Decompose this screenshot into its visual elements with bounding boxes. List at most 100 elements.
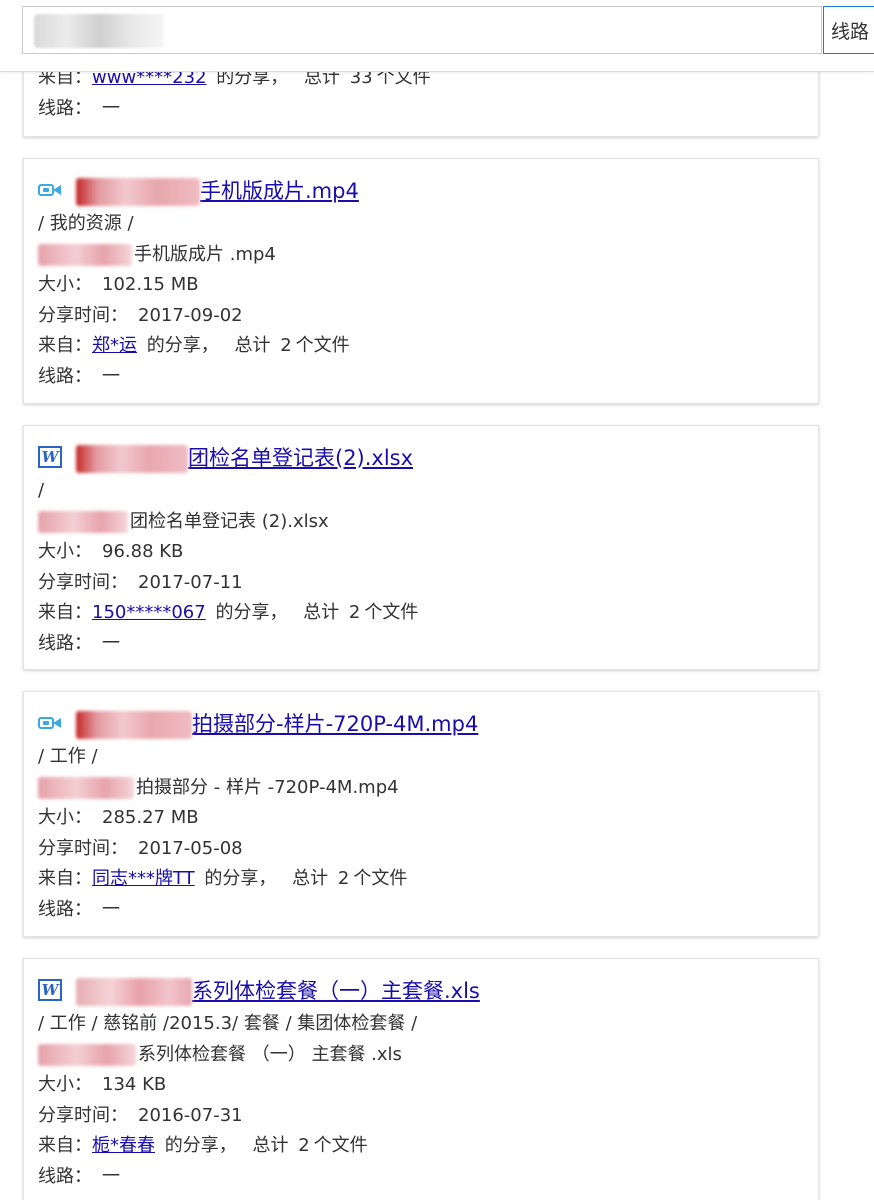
share-time-value: 2017-09-02: [138, 304, 243, 326]
sharer-link[interactable]: 同志***牌TT: [92, 868, 195, 889]
share-time-value: 2016-07-31: [138, 1104, 243, 1126]
share-suffix: 的分享，: [215, 602, 288, 623]
filename: 系列体检套餐 （一） 主套餐 .xls: [138, 1043, 402, 1065]
from-row: 来自：郑*运 的分享， 总计 2 个文件: [38, 331, 818, 362]
share-time-value: 2017-07-11: [138, 571, 243, 593]
files-suffix: 个文件: [364, 602, 419, 623]
route-row: 线路： 一: [38, 94, 818, 125]
redacted-title: [76, 710, 192, 739]
title-row: 拍摄部分-样片-720P-4M.mp4: [38, 708, 818, 739]
filename-row: 系列体检套餐 （一） 主套餐 .xls: [38, 1040, 818, 1071]
sharer-link[interactable]: 栀*春春: [92, 1135, 155, 1156]
word-document-icon: W: [38, 446, 62, 468]
size-label: 大小：: [38, 274, 92, 295]
size-label: 大小：: [38, 541, 92, 562]
route-row: 线路： 一: [38, 629, 818, 660]
redacted-title: [76, 977, 192, 1006]
from-row: 来自：同志***牌TT 的分享， 总计 2 个文件: [38, 864, 818, 895]
file-title-link[interactable]: 系列体检套餐（一）主套餐.xls: [76, 975, 480, 1006]
route-value: 一: [102, 97, 120, 119]
size-value: 102.15 MB: [102, 274, 199, 295]
from-label: 来自：: [38, 1135, 92, 1156]
filename: 拍摄部分 - 样片 -720P-4M.mp4: [136, 776, 399, 798]
share-suffix: 的分享，: [164, 1135, 237, 1156]
size-value: 96.88 KB: [102, 541, 184, 562]
size-label: 大小：: [38, 1074, 92, 1095]
share-time-row: 分享时间： 2017-07-11: [38, 568, 818, 599]
route-label: 线路：: [38, 1165, 92, 1187]
filename-row: 拍摄部分 - 样片 -720P-4M.mp4: [38, 773, 818, 804]
size-value: 285.27 MB: [102, 807, 199, 828]
video-icon: [38, 713, 62, 733]
size-label: 大小：: [38, 807, 92, 828]
filename-row: 团检名单登记表 (2).xlsx: [38, 507, 818, 538]
filename: 手机版成片 .mp4: [134, 243, 276, 265]
redacted-title: [76, 444, 188, 473]
size-row: 大小： 96.88 KB: [38, 537, 818, 568]
file-title-link[interactable]: 手机版成片.mp4: [76, 175, 359, 206]
redacted-filename: [38, 776, 134, 799]
from-label: 来自：: [38, 868, 92, 889]
result-card: W 系列体检套餐（一）主套餐.xls / 工作 / 慈铭前 /2015.3/ 套…: [23, 958, 819, 1200]
route-row: 线路： 一: [38, 362, 818, 393]
total-count: 2: [280, 335, 292, 356]
share-time-label: 分享时间：: [38, 304, 128, 326]
from-row: 来自：栀*春春 的分享， 总计 2 个文件: [38, 1131, 818, 1162]
size-row: 大小： 134 KB: [38, 1070, 818, 1101]
route-value: 一: [102, 632, 120, 654]
result-card: 拍摄部分-样片-720P-4M.mp4 / 工作 / 拍摄部分 - 样片 -72…: [23, 691, 819, 937]
route-value: 一: [102, 365, 120, 387]
redacted-filename: [38, 510, 128, 533]
total-count: 2: [348, 602, 361, 623]
route-select[interactable]: 线路: [823, 6, 874, 54]
redacted-filename: [38, 1043, 136, 1066]
share-suffix: 的分享，: [146, 335, 219, 356]
title-row: 手机版成片.mp4: [38, 175, 818, 206]
share-time-label: 分享时间：: [38, 837, 128, 859]
video-icon: [38, 180, 62, 200]
files-suffix: 个文件: [295, 335, 350, 356]
filename: 团检名单登记表 (2).xlsx: [130, 510, 329, 532]
share-time-row: 分享时间： 2017-05-08: [38, 834, 818, 865]
word-document-icon: W: [38, 979, 62, 1001]
from-row: 来自：150*****067 的分享， 总计 2 个文件: [38, 598, 818, 629]
route-value: 一: [102, 898, 120, 920]
route-label: 线路：: [38, 898, 92, 920]
sharer-link[interactable]: 150*****067: [92, 602, 206, 623]
search-bar: 线路: [0, 0, 874, 72]
file-title: 系列体检套餐（一）主套餐.xls: [192, 978, 480, 1003]
share-time-row: 分享时间： 2017-09-02: [38, 301, 818, 332]
files-suffix: 个文件: [353, 868, 408, 889]
folder-path: / 工作 /: [38, 746, 98, 767]
total-prefix: 总计: [303, 602, 340, 623]
total-prefix: 总计: [292, 868, 329, 889]
file-title: 拍摄部分-样片-720P-4M.mp4: [192, 711, 479, 736]
route-label: 线路：: [38, 97, 92, 119]
route-label: 线路：: [38, 632, 92, 654]
share-time-value: 2017-05-08: [138, 837, 243, 859]
result-card: 手机版成片.mp4 / 我的资源 / 手机版成片 .mp4 大小： 102.15 …: [23, 158, 819, 404]
total-prefix: 总计: [252, 1135, 289, 1156]
filename-row: 手机版成片 .mp4: [38, 240, 818, 271]
folder-path: / 工作 / 慈铭前 /2015.3/ 套餐 / 集团体检套餐 /: [38, 1013, 418, 1034]
size-value: 134 KB: [102, 1074, 167, 1095]
total-count: 2: [337, 868, 350, 889]
size-row: 大小： 102.15 MB: [38, 270, 818, 301]
file-title: 手机版成片.mp4: [200, 178, 359, 203]
route-value: 一: [102, 1165, 120, 1187]
total-count: 2: [298, 1135, 310, 1156]
share-time-label: 分享时间：: [38, 1104, 128, 1126]
redacted-filename: [38, 243, 132, 266]
file-title-link[interactable]: 拍摄部分-样片-720P-4M.mp4: [76, 708, 478, 739]
from-label: 来自：: [38, 602, 92, 623]
files-suffix: 个文件: [313, 1135, 368, 1156]
file-title-link[interactable]: 团检名单登记表(2).xlsx: [76, 442, 413, 473]
file-title: 团检名单登记表(2).xlsx: [188, 445, 414, 470]
sharer-link[interactable]: 郑*运: [92, 335, 137, 356]
share-time-label: 分享时间：: [38, 571, 128, 593]
folder-path: / 我的资源 /: [38, 213, 134, 234]
folder-path: /: [38, 480, 45, 501]
share-suffix: 的分享，: [204, 868, 277, 889]
title-row: W 团检名单登记表(2).xlsx: [38, 442, 818, 473]
result-card: W 团检名单登记表(2).xlsx / 团检名单登记表 (2).xlsx 大小：…: [23, 425, 819, 670]
